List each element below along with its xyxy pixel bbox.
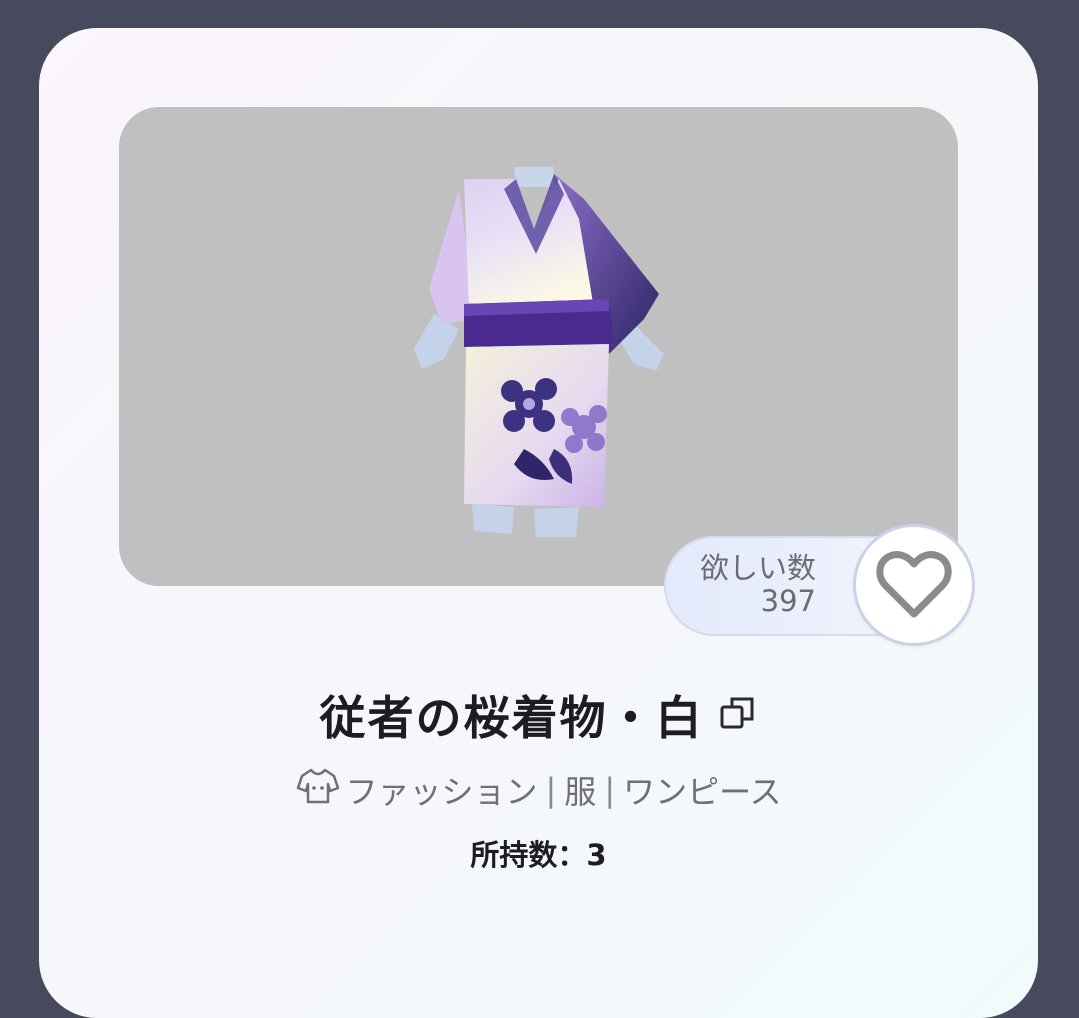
category-level-3[interactable]: ワンピース — [623, 767, 781, 813]
shirt-icon — [296, 766, 340, 814]
heart-outline-icon — [876, 551, 952, 618]
kimono-item-icon — [414, 167, 664, 537]
item-title: 従者の桜着物・白 — [319, 691, 704, 745]
wish-count-text: 欲しい数 397 — [700, 552, 816, 618]
wish-count-value: 397 — [760, 584, 816, 618]
item-title-row: 従者の桜着物・白 — [39, 682, 1038, 748]
category-level-1[interactable]: ファッション — [346, 767, 538, 813]
wishlist-heart-button[interactable] — [856, 527, 972, 643]
wish-count-label: 欲しい数 — [699, 551, 816, 585]
category-breadcrumb: ファッション | 服 | ワンピース — [39, 766, 1038, 814]
owned-count: 所持数：3 — [470, 838, 607, 872]
category-separator: | — [545, 771, 557, 809]
item-detail-card: 欲しい数 397 従者の桜着物・白 ファッション | 服 | ワンピース 所持数… — [39, 28, 1038, 1018]
category-separator: | — [604, 771, 616, 809]
item-image-frame — [119, 107, 958, 586]
category-level-2[interactable]: 服 — [564, 767, 596, 813]
copy-icon[interactable] — [718, 693, 758, 737]
